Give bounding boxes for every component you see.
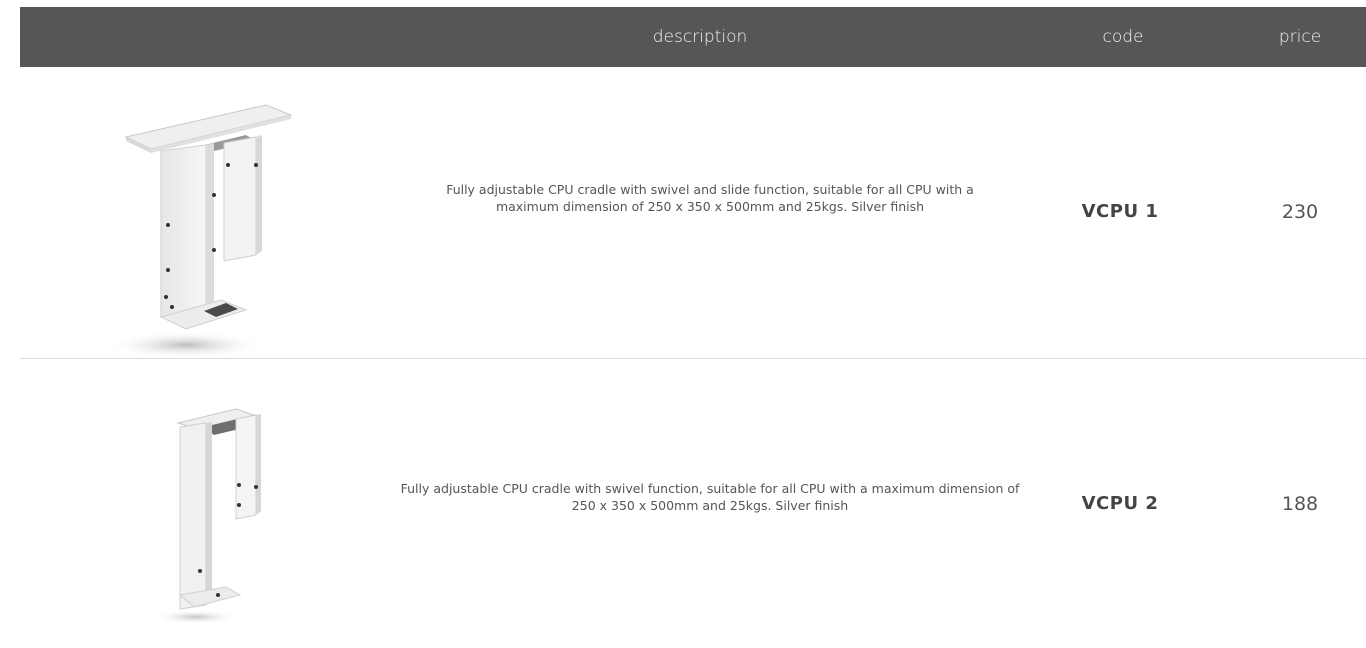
- product-code: VCPU 2: [1081, 493, 1159, 514]
- product-description: Fully adjustable CPU cradle with swivel …: [400, 481, 1020, 513]
- price-column-header: price: [1278, 27, 1322, 47]
- code-column-header: code: [1102, 27, 1144, 47]
- description-column-header: description: [652, 27, 748, 47]
- table-header: description code price: [20, 7, 1366, 67]
- product-price-table: description code price Fully adjustable …: [0, 0, 1366, 648]
- product-price: 230: [1281, 201, 1319, 223]
- product-description: Fully adjustable CPU cradle with swivel …: [446, 182, 974, 214]
- product-price: 188: [1281, 493, 1319, 515]
- table-row: Fully adjustable CPU cradle with swivel …: [20, 359, 1366, 648]
- cpu-cradle-image: [106, 104, 293, 359]
- cpu-cradle-image: [151, 408, 261, 624]
- table-row: Fully adjustable CPU cradle with swivel …: [20, 67, 1366, 359]
- product-code: VCPU 1: [1081, 201, 1159, 222]
